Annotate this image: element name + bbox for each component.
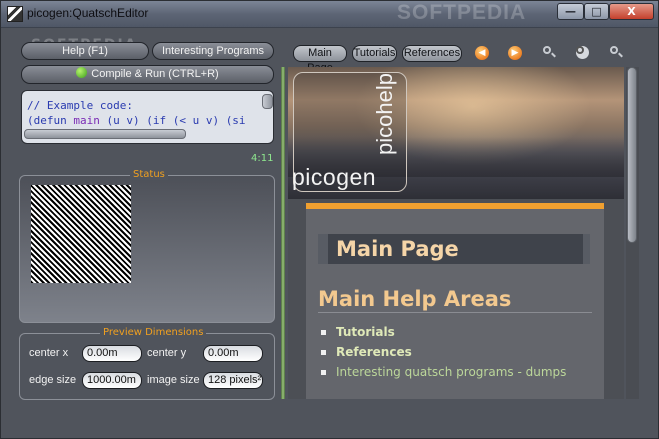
forward-icon[interactable]: ▶ [508, 46, 522, 60]
panel-splitter[interactable] [281, 67, 285, 399]
help-button[interactable]: Help (F1) [21, 42, 149, 60]
status-group: Status [19, 169, 275, 323]
header-banner: picohelp picogen [288, 67, 624, 199]
code-horizontal-scrollbar[interactable] [24, 129, 186, 139]
help-viewer[interactable]: picohelp picogen Main Page Main Help Are… [288, 67, 624, 399]
editor-panel: SOFTPEDIA Help (F1) Interesting Programs… [13, 34, 281, 402]
zoom-out-icon[interactable] [543, 46, 556, 59]
minimize-button[interactable]: — [557, 3, 584, 20]
center-y-label: center y [147, 347, 187, 359]
back-icon[interactable]: ◀ [475, 46, 489, 60]
interesting-programs-button[interactable]: Interesting Programs [152, 42, 274, 60]
compile-run-label: Compile & Run (CTRL+R) [91, 68, 219, 80]
softpedia-watermark: SOFTPEDIA [397, 1, 527, 24]
page-title: Main Page [336, 237, 459, 261]
zoom-reset-icon[interactable] [576, 46, 589, 59]
center-y-field[interactable]: 0.00m [203, 345, 263, 362]
code-editor[interactable]: // Example code: (defun main (u v) (if (… [21, 90, 274, 144]
title-bar[interactable]: picogen:QuatschEditor SOFTPEDIA — □ X [1, 1, 658, 28]
image-size-field[interactable]: 128 pixels² [203, 372, 263, 389]
help-content: Main Page Main Help Areas Tutorials Refe… [306, 203, 604, 399]
list-item-references[interactable]: References [318, 345, 566, 365]
edge-size-field[interactable]: 1000.00m [82, 372, 142, 389]
help-vertical-scrollbar[interactable] [626, 67, 639, 399]
code-defun-line: (defun main (u v) (if (< u v) (si [27, 114, 246, 127]
window-title: picogen:QuatschEditor [27, 6, 149, 20]
divider [318, 312, 592, 313]
page-title-box: Main Page [318, 234, 590, 264]
tab-tutorials[interactable]: Tutorials [352, 45, 397, 62]
center-x-field[interactable]: 0.00m [82, 345, 142, 362]
app-icon [7, 6, 23, 22]
list-item-interesting-programs[interactable]: Interesting quatsch programs - dumps [318, 365, 566, 385]
code-keyword: (defun [27, 114, 74, 127]
preview-image [31, 185, 131, 283]
logo-picohelp-text: picohelp [372, 73, 397, 155]
cursor-position: 4:11 [251, 153, 274, 164]
help-areas-list: Tutorials References Interesting quatsch… [318, 325, 566, 385]
code-function-name: main [73, 114, 100, 127]
run-icon [76, 67, 88, 78]
compile-run-button[interactable]: Compile & Run (CTRL+R) [21, 65, 274, 84]
help-scroll-thumb[interactable] [627, 67, 637, 243]
section-title: Main Help Areas [318, 287, 512, 311]
preview-dimensions-group: Preview Dimensions center x 0.00m center… [19, 327, 275, 400]
center-x-label: center x [29, 347, 69, 359]
code-comment-line: // Example code: [27, 99, 133, 112]
list-item-tutorials[interactable]: Tutorials [318, 325, 566, 345]
status-title: Status [130, 169, 168, 180]
edge-size-label: edge size [29, 374, 77, 386]
logo-picogen-text: picogen [292, 164, 377, 190]
image-size-label: image size [147, 374, 200, 386]
maximize-button[interactable]: □ [584, 3, 609, 20]
zoom-in-icon[interactable] [610, 46, 623, 59]
close-button[interactable]: X [609, 3, 654, 20]
code-vertical-scrollbar[interactable] [262, 94, 273, 109]
code-args: (u v) (if (< u v) (si [99, 114, 246, 127]
preview-dimensions-title: Preview Dimensions [100, 327, 207, 338]
tab-references[interactable]: References [402, 45, 462, 62]
app-window: picogen:QuatschEditor SOFTPEDIA — □ X SO… [0, 0, 659, 439]
tab-main-page[interactable]: Main Page [293, 45, 347, 74]
